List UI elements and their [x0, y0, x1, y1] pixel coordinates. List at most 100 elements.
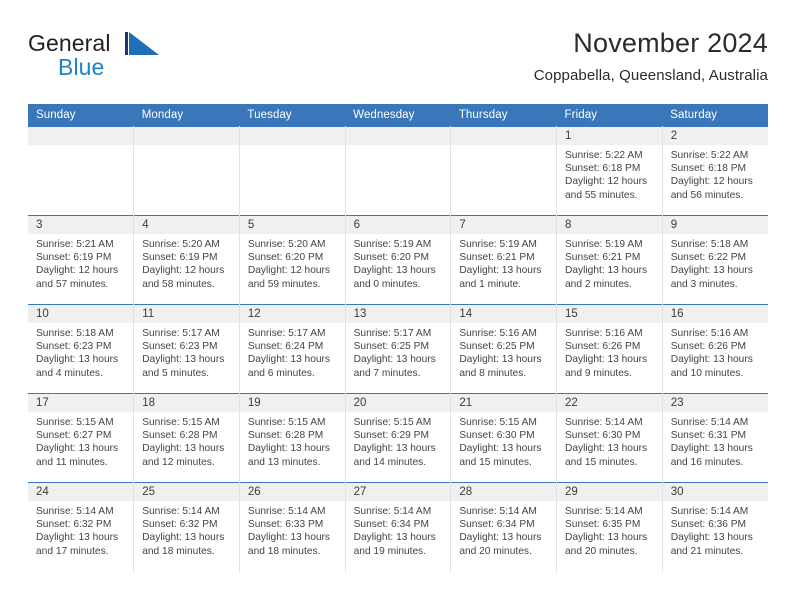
calendar-day-cell[interactable]: 4 Sunrise: 5:20 AM Sunset: 6:19 PM Daylight…: [133, 215, 240, 305]
daylight-text: Daylight: 13 hours and 2 minutes.: [565, 265, 648, 290]
calendar-grid: Sunday Monday Tuesday Wednesday Thursday Frid…: [28, 104, 768, 572]
calendar-day-cell[interactable]: 26 Sunrise: 5:14 AM Sunset: 6:33 PM Dayligh…: [239, 482, 346, 572]
sunset-text: Sunset: 6:19 PM: [142, 252, 218, 264]
sunset-text: Sunset: 6:18 PM: [670, 163, 747, 175]
calendar-day-cell[interactable]: 29 Sunrise: 5:14 AM Sunset: 6:35 PM Dayligh…: [556, 482, 663, 572]
day-number: 1: [557, 127, 662, 145]
calendar-day-cell[interactable]: 20 Sunrise: 5:15 AM Sunset: 6:29 PM Dayligh…: [345, 393, 452, 483]
day-details: Sunrise: 5:19 AM Sunset: 6:21 PM Daylight:…: [451, 234, 556, 291]
calendar-day-cell[interactable]: 5 Sunrise: 5:20 AM Sunset: 6:20 PM Daylight…: [239, 215, 346, 305]
daylight-text: Daylight: 13 hours and 20 minutes.: [565, 532, 648, 557]
calendar-day-cell[interactable]: 21 Sunrise: 5:15 AM Sunset: 6:30 PM Dayligh…: [450, 393, 558, 483]
calendar-day-cell[interactable]: 3 Sunrise: 5:21 AM Sunset: 6:19 PM Daylight…: [28, 215, 135, 305]
calendar-day-cell[interactable]: 14 Sunrise: 5:16 AM Sunset: 6:25 PM Dayligh…: [450, 304, 558, 394]
day-number: 28: [451, 483, 557, 501]
day-number: 23: [662, 394, 768, 412]
sunset-text: Sunset: 6:19 PM: [36, 252, 112, 264]
sunset-text: Sunset: 6:22 PM: [670, 252, 747, 264]
day-details: Sunrise: 5:14 AM Sunset: 6:32 PM Daylight:…: [134, 501, 239, 558]
calendar-day-cell[interactable]: 30 Sunrise: 5:14 AM Sunset: 6:36 PM Dayligh…: [662, 482, 768, 572]
sunrise-text: Sunrise: 5:16 AM: [459, 328, 537, 339]
weekday-header-friday: Friday: [556, 104, 663, 127]
sunrise-text: Sunrise: 5:16 AM: [565, 328, 643, 339]
sunrise-text: Sunrise: 5:20 AM: [247, 239, 326, 250]
day-details: Sunrise: 5:14 AM Sunset: 6:34 PM Daylight:…: [346, 501, 451, 558]
sunset-text: Sunset: 6:33 PM: [247, 519, 324, 531]
daylight-text: Daylight: 13 hours and 20 minutes.: [459, 532, 542, 557]
day-number: 12: [239, 305, 345, 323]
calendar-day-cell[interactable]: 15 Sunrise: 5:16 AM Sunset: 6:26 PM Dayligh…: [556, 304, 663, 394]
day-number: 8: [557, 216, 662, 234]
calendar-day-cell[interactable]: 10 Sunrise: 5:18 AM Sunset: 6:23 PM Dayligh…: [28, 304, 135, 394]
sunrise-text: Sunrise: 5:18 AM: [670, 239, 749, 250]
day-details: Sunrise: 5:15 AM Sunset: 6:28 PM Daylight:…: [240, 412, 345, 469]
day-details: Sunrise: 5:18 AM Sunset: 6:23 PM Daylight:…: [28, 323, 133, 380]
calendar-day-cell[interactable]: 6 Sunrise: 5:19 AM Sunset: 6:20 PM Daylight…: [345, 215, 452, 305]
brand-name-general: General: [28, 30, 111, 56]
day-details: Sunrise: 5:15 AM Sunset: 6:30 PM Daylight:…: [451, 412, 556, 469]
sunrise-text: Sunrise: 5:15 AM: [353, 417, 432, 428]
calendar-day-cell[interactable]: 7 Sunrise: 5:19 AM Sunset: 6:21 PM Daylight…: [450, 215, 558, 305]
sunrise-text: Sunrise: 5:14 AM: [670, 417, 749, 428]
blue-triangle-icon: [125, 31, 159, 55]
calendar-day-cell[interactable]: 11 Sunrise: 5:17 AM Sunset: 6:23 PM Dayligh…: [133, 304, 240, 394]
sunrise-text: Sunrise: 5:14 AM: [565, 506, 643, 517]
day-number: 4: [134, 216, 239, 234]
daylight-text: Daylight: 13 hours and 9 minutes.: [565, 354, 648, 379]
brand-logo-row-top: General: [28, 30, 248, 56]
day-details: Sunrise: 5:22 AM Sunset: 6:18 PM Daylight:…: [557, 145, 662, 202]
sunrise-text: Sunrise: 5:17 AM: [142, 328, 220, 339]
calendar-day-cell[interactable]: 24 Sunrise: 5:14 AM Sunset: 6:32 PM Dayligh…: [28, 482, 135, 572]
sunset-text: Sunset: 6:27 PM: [36, 430, 112, 442]
day-details: Sunrise: 5:18 AM Sunset: 6:22 PM Daylight:…: [663, 234, 768, 291]
calendar-day-cell[interactable]: 1 Sunrise: 5:22 AM Sunset: 6:18 PM Daylight…: [556, 126, 663, 216]
sunrise-text: Sunrise: 5:14 AM: [36, 506, 114, 517]
calendar-day-cell[interactable]: 22 Sunrise: 5:14 AM Sunset: 6:30 PM Dayligh…: [556, 393, 663, 483]
calendar-week-row: 17 Sunrise: 5:15 AM Sunset: 6:27 PM Dayligh…: [28, 393, 768, 483]
calendar-week-row: 24 Sunrise: 5:14 AM Sunset: 6:32 PM Dayligh…: [28, 482, 768, 572]
day-details: Sunrise: 5:19 AM Sunset: 6:20 PM Daylight:…: [346, 234, 451, 291]
calendar-day-cell[interactable]: 23 Sunrise: 5:14 AM Sunset: 6:31 PM Dayligh…: [662, 393, 768, 483]
calendar-day-cell[interactable]: 16 Sunrise: 5:16 AM Sunset: 6:26 PM Dayligh…: [662, 304, 768, 394]
day-number: 18: [134, 394, 239, 412]
calendar-day-cell[interactable]: 12 Sunrise: 5:17 AM Sunset: 6:24 PM Dayligh…: [239, 304, 346, 394]
daylight-text: Daylight: 13 hours and 15 minutes.: [459, 443, 542, 468]
calendar-page: General Blue November 2024 Coppabella, Q…: [0, 0, 792, 612]
page-title: November 2024: [573, 28, 768, 58]
daylight-text: Daylight: 12 hours and 58 minutes.: [142, 265, 225, 290]
calendar-day-cell-empty: [239, 126, 346, 216]
daylight-text: Daylight: 13 hours and 12 minutes.: [142, 443, 225, 468]
day-details: Sunrise: 5:20 AM Sunset: 6:20 PM Daylight:…: [240, 234, 345, 291]
sunset-text: Sunset: 6:26 PM: [670, 341, 747, 353]
calendar-day-cell[interactable]: 18 Sunrise: 5:15 AM Sunset: 6:28 PM Dayligh…: [133, 393, 240, 483]
sunset-text: Sunset: 6:25 PM: [459, 341, 535, 353]
calendar-day-cell[interactable]: 27 Sunrise: 5:14 AM Sunset: 6:34 PM Dayligh…: [345, 482, 452, 572]
sunrise-text: Sunrise: 5:14 AM: [565, 417, 643, 428]
brand-logo[interactable]: General Blue: [28, 30, 248, 88]
day-number: 13: [345, 305, 451, 323]
calendar-day-cell[interactable]: 2 Sunrise: 5:22 AM Sunset: 6:18 PM Daylight…: [662, 126, 768, 216]
day-number: 30: [662, 483, 768, 501]
sunrise-text: Sunrise: 5:21 AM: [36, 239, 114, 250]
daylight-text: Daylight: 13 hours and 10 minutes.: [670, 354, 753, 379]
calendar-day-cell[interactable]: 9 Sunrise: 5:18 AM Sunset: 6:22 PM Daylight…: [662, 215, 768, 305]
calendar-day-cell[interactable]: 8 Sunrise: 5:19 AM Sunset: 6:21 PM Daylight…: [556, 215, 663, 305]
sunrise-text: Sunrise: 5:17 AM: [247, 328, 326, 339]
day-number: 26: [239, 483, 345, 501]
day-details: Sunrise: 5:16 AM Sunset: 6:26 PM Daylight:…: [663, 323, 768, 380]
day-number: 20: [345, 394, 451, 412]
daylight-text: Daylight: 13 hours and 21 minutes.: [670, 532, 753, 557]
sunset-text: Sunset: 6:24 PM: [247, 341, 324, 353]
calendar-day-cell[interactable]: 19 Sunrise: 5:15 AM Sunset: 6:28 PM Dayligh…: [239, 393, 346, 483]
daylight-text: Daylight: 13 hours and 7 minutes.: [353, 354, 436, 379]
calendar-day-cell[interactable]: 17 Sunrise: 5:15 AM Sunset: 6:27 PM Dayligh…: [28, 393, 135, 483]
sunset-text: Sunset: 6:26 PM: [565, 341, 641, 353]
calendar-day-cell[interactable]: 25 Sunrise: 5:14 AM Sunset: 6:32 PM Dayligh…: [133, 482, 240, 572]
calendar-day-cell[interactable]: 28 Sunrise: 5:14 AM Sunset: 6:34 PM Dayligh…: [450, 482, 558, 572]
day-details: Sunrise: 5:21 AM Sunset: 6:19 PM Daylight:…: [28, 234, 133, 291]
sunset-text: Sunset: 6:23 PM: [142, 341, 218, 353]
sunset-text: Sunset: 6:28 PM: [142, 430, 218, 442]
sunset-text: Sunset: 6:18 PM: [565, 163, 641, 175]
calendar-day-cell[interactable]: 13 Sunrise: 5:17 AM Sunset: 6:25 PM Dayligh…: [345, 304, 452, 394]
sunrise-text: Sunrise: 5:15 AM: [142, 417, 220, 428]
